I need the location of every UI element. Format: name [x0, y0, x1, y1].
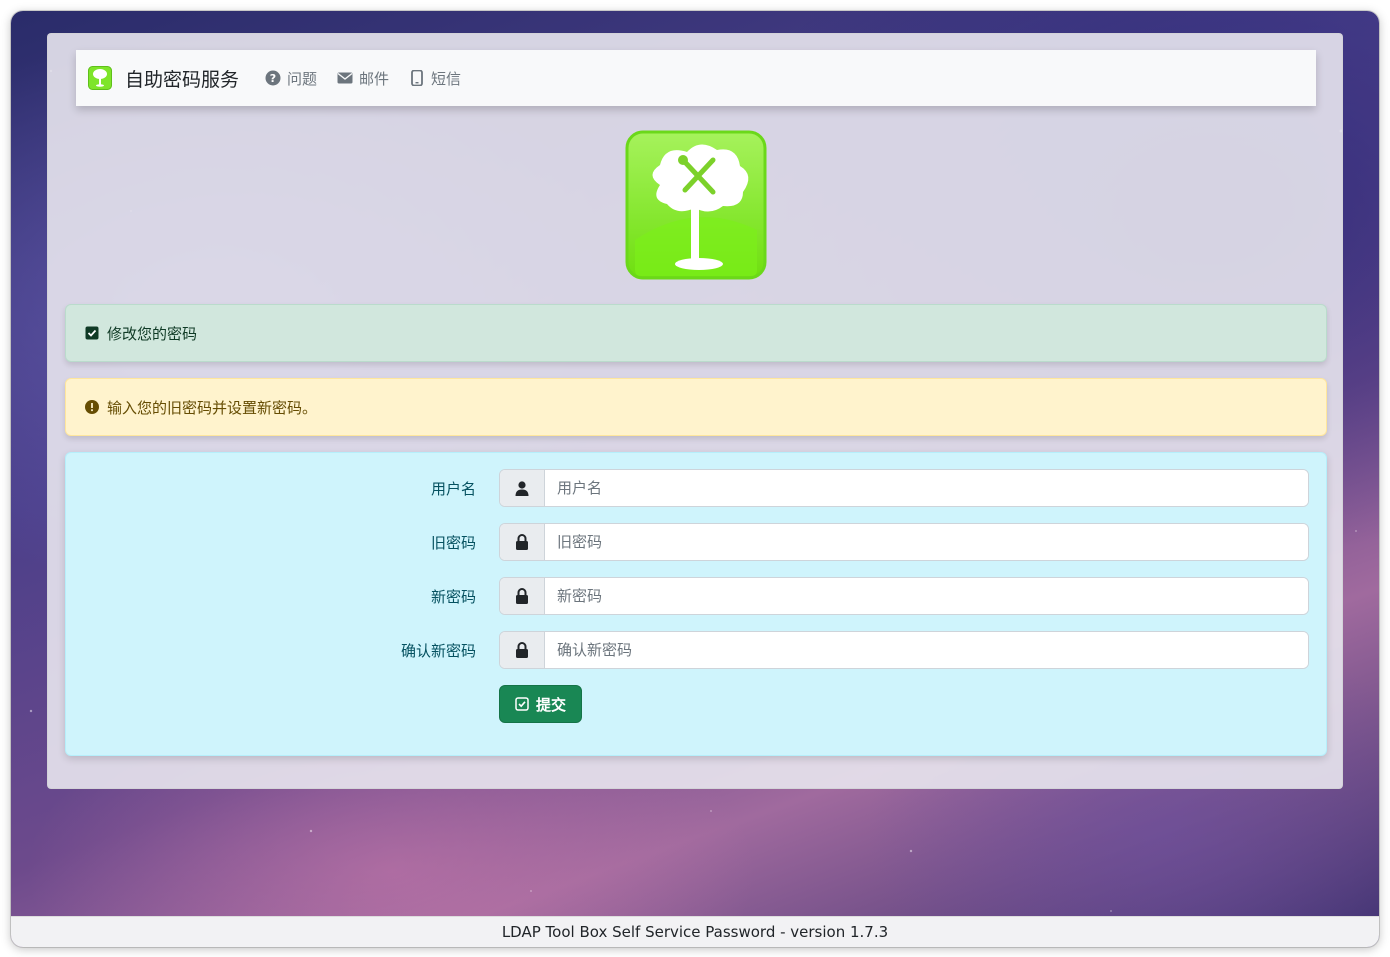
form-row-username: 用户名: [66, 469, 1326, 507]
new-password-input[interactable]: [545, 578, 1308, 614]
old-password-label: 旧密码: [430, 533, 476, 552]
nav-item-questions-label: 问题: [287, 69, 318, 88]
footer-version-text: LDAP Tool Box Self Service Password - ve…: [501, 923, 889, 941]
navbar-brand[interactable]: 自助密码服务: [88, 65, 265, 92]
nav-item-sms-label: 短信: [431, 69, 462, 88]
lock-icon: [500, 524, 545, 560]
old-password-input[interactable]: [545, 524, 1308, 560]
tree-logo-icon: [88, 66, 112, 90]
new-password-label: 新密码: [430, 587, 476, 606]
check-square-icon: [515, 697, 529, 711]
user-icon: [500, 470, 545, 506]
exclamation-circle-icon: [85, 400, 99, 414]
alert-warning: 输入您的旧密码并设置新密码。: [65, 378, 1327, 436]
question-circle-icon: ?: [265, 70, 281, 86]
new-password-input-group: [499, 577, 1309, 615]
username-input[interactable]: [545, 470, 1308, 506]
old-password-input-group: [499, 523, 1309, 561]
main-container: 自助密码服务 ? 问题 邮件 短信 修改您的密码 输入您的旧密码并设置新密码。 …: [47, 33, 1343, 789]
form-row-new-password: 新密码: [66, 577, 1326, 615]
submit-button[interactable]: 提交: [499, 685, 582, 723]
alert-success: 修改您的密码: [65, 304, 1327, 362]
confirm-password-label: 确认新密码: [400, 641, 476, 660]
envelope-icon: [337, 70, 353, 86]
svg-text:?: ?: [270, 72, 276, 85]
mobile-phone-icon: [409, 70, 425, 86]
alert-success-text: 修改您的密码: [107, 324, 198, 343]
brand-title: 自助密码服务: [125, 68, 240, 91]
username-input-group: [499, 469, 1309, 507]
nav-item-email-label: 邮件: [359, 69, 390, 88]
check-square-icon: [85, 326, 99, 340]
lock-icon: [500, 632, 545, 668]
lock-icon: [500, 578, 545, 614]
form-row-confirm-password: 确认新密码: [66, 631, 1326, 669]
confirm-password-input-group: [499, 631, 1309, 669]
confirm-password-input[interactable]: [545, 632, 1308, 668]
nav-item-sms[interactable]: 短信: [409, 68, 461, 89]
username-label: 用户名: [430, 479, 476, 498]
password-change-form: 用户名 旧密码 新密码: [65, 452, 1327, 756]
footer: LDAP Tool Box Self Service Password - ve…: [11, 916, 1379, 947]
nav-item-email[interactable]: 邮件: [337, 68, 389, 89]
browser-window: 自助密码服务 ? 问题 邮件 短信 修改您的密码 输入您的旧密码并设置新密码。 …: [11, 11, 1379, 947]
navbar: 自助密码服务 ? 问题 邮件 短信: [76, 50, 1316, 106]
submit-button-label: 提交: [535, 695, 566, 714]
nav-item-questions[interactable]: ? 问题: [265, 68, 317, 89]
alert-warning-text: 输入您的旧密码并设置新密码。: [107, 398, 318, 417]
form-row-old-password: 旧密码: [66, 523, 1326, 561]
tree-logo-icon: [625, 130, 767, 280]
